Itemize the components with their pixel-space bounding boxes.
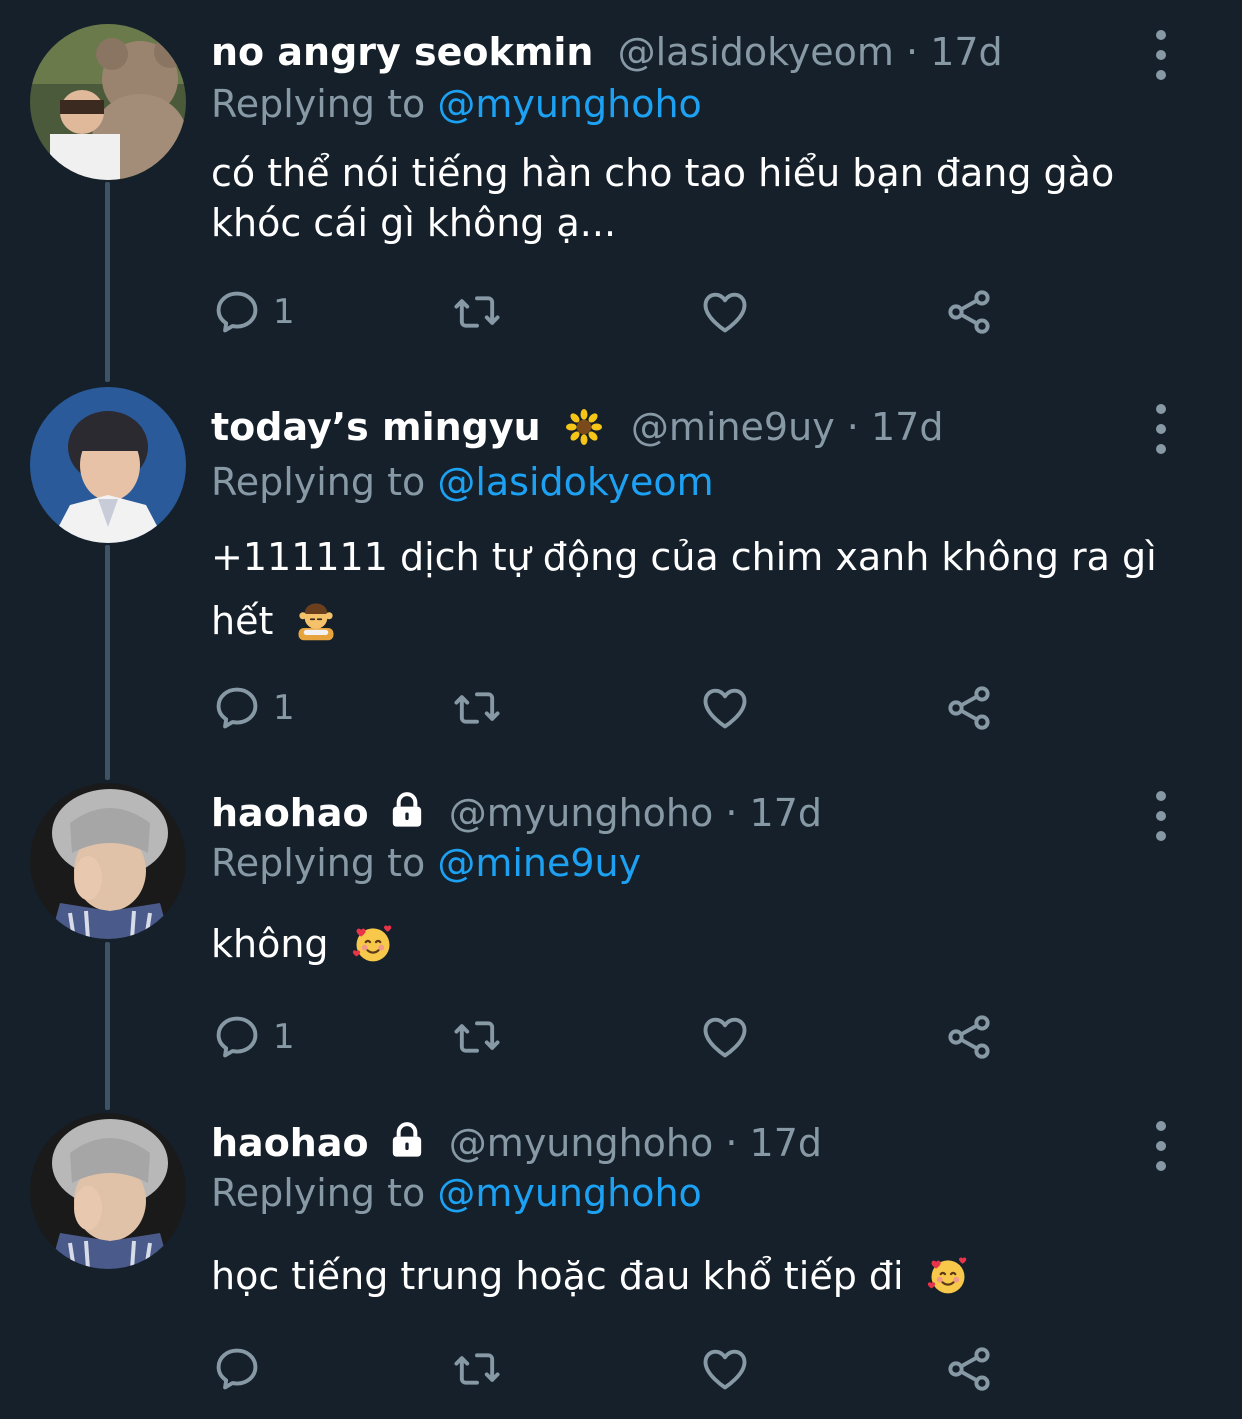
heart-icon — [703, 292, 747, 333]
display-name[interactable]: today’s mingyu — [211, 405, 541, 449]
user-handle[interactable]: @mine9uy — [631, 405, 835, 449]
tweet-header: today’s mingyu @mine9uy · 17d — [211, 403, 943, 457]
display-name[interactable]: haohao — [211, 1121, 369, 1165]
replying-to: Replying to @myunghoho — [211, 80, 702, 128]
tweet-header: no angry seokmin @lasidokyeom · 17d — [211, 28, 1003, 76]
like-button[interactable] — [699, 1007, 751, 1067]
replying-to: Replying to @myunghoho — [211, 1169, 702, 1217]
tweet-header: haohao @myunghoho · 17d — [211, 789, 822, 841]
mention-link[interactable]: @myunghoho — [437, 82, 701, 126]
display-name[interactable]: no angry seokmin — [211, 30, 593, 74]
replying-label: Replying to — [211, 460, 426, 504]
tweet[interactable]: haohao @myunghoho · 17d Replying to @min… — [0, 775, 1242, 1105]
timestamp[interactable]: 17d — [750, 791, 822, 835]
reply-button[interactable]: 1 — [211, 282, 295, 342]
reply-icon — [216, 1348, 258, 1390]
face-massage-emoji — [295, 597, 337, 661]
heart-icon — [703, 1349, 747, 1390]
retweet-button[interactable] — [451, 1339, 503, 1399]
replying-label: Replying to — [211, 1171, 426, 1215]
display-name[interactable]: haohao — [211, 791, 369, 835]
like-button[interactable] — [699, 1339, 751, 1399]
tweet[interactable]: no angry seokmin @lasidokyeom · 17d Repl… — [0, 0, 1242, 380]
replying-to: Replying to @mine9uy — [211, 839, 641, 887]
mention-link[interactable]: @lasidokyeom — [437, 460, 713, 504]
sunflower-icon — [565, 408, 603, 457]
lock-icon — [387, 790, 427, 841]
tweet-text-content: không — [211, 922, 329, 966]
avatar[interactable] — [30, 1113, 186, 1269]
user-handle[interactable]: @myunghoho — [449, 1121, 713, 1165]
like-button[interactable] — [699, 678, 751, 738]
tweet-header: haohao @myunghoho · 17d — [211, 1119, 822, 1171]
share-button[interactable] — [943, 282, 995, 342]
avatar[interactable] — [30, 24, 186, 180]
tweet-text: có thể nói tiếng hàn cho tao hiểu bạn đa… — [211, 148, 1171, 248]
reply-button[interactable] — [211, 1339, 273, 1399]
retweet-button[interactable] — [451, 1007, 503, 1067]
tweet-text: không — [211, 919, 1171, 977]
user-handle[interactable]: @lasidokyeom — [618, 30, 894, 74]
more-options-icon[interactable] — [1146, 791, 1176, 841]
mention-link[interactable]: @mine9uy — [437, 841, 641, 885]
share-icon — [948, 1015, 990, 1059]
share-button[interactable] — [943, 678, 995, 738]
action-bar: 1 — [211, 1007, 1011, 1067]
tweet[interactable]: today’s mingyu @mine9uy · 17d Replying t… — [0, 380, 1242, 775]
separator: · — [846, 405, 859, 449]
reply-button[interactable]: 1 — [211, 1007, 295, 1067]
avatar[interactable] — [30, 783, 186, 939]
tweet[interactable]: haohao @myunghoho · 17d Replying to @myu… — [0, 1105, 1242, 1419]
smiling-face-with-hearts-emoji — [351, 921, 395, 977]
retweet-icon — [454, 692, 500, 724]
separator: · — [725, 791, 738, 835]
replying-label: Replying to — [211, 841, 426, 885]
tweet-text-content: +111111 dịch tự động của chim xanh không… — [211, 535, 1157, 643]
action-bar — [211, 1339, 1011, 1399]
more-options-icon[interactable] — [1146, 404, 1176, 454]
replying-to: Replying to @lasidokyeom — [211, 458, 714, 506]
avatar[interactable] — [30, 387, 186, 543]
timestamp[interactable]: 17d — [930, 30, 1002, 74]
tweet-text-content: học tiếng trung hoặc đau khổ tiếp đi — [211, 1254, 904, 1298]
smiling-face-with-hearts-emoji — [926, 1253, 970, 1309]
tweet-text: +111111 dịch tự động của chim xanh không… — [211, 525, 1171, 661]
retweet-button[interactable] — [451, 678, 503, 738]
reply-icon — [216, 687, 258, 729]
mention-link[interactable]: @myunghoho — [437, 1171, 701, 1215]
lock-icon — [387, 1120, 427, 1171]
heart-icon — [703, 1017, 747, 1058]
share-button[interactable] — [943, 1007, 995, 1067]
reply-icon — [216, 1016, 258, 1058]
retweet-icon — [454, 296, 500, 328]
separator: · — [906, 30, 919, 74]
action-bar: 1 — [211, 678, 1011, 738]
retweet-button[interactable] — [451, 282, 503, 342]
timestamp[interactable]: 17d — [750, 1121, 822, 1165]
share-icon — [948, 686, 990, 730]
replying-label: Replying to — [211, 82, 426, 126]
tweet-text-content: có thể nói tiếng hàn cho tao hiểu bạn đa… — [211, 151, 1115, 245]
timestamp[interactable]: 17d — [871, 405, 943, 449]
share-icon — [948, 1347, 990, 1391]
reply-button[interactable]: 1 — [211, 678, 295, 738]
like-button[interactable] — [699, 282, 751, 342]
heart-icon — [703, 688, 747, 729]
tweet-text: học tiếng trung hoặc đau khổ tiếp đi — [211, 1251, 1171, 1309]
more-options-icon[interactable] — [1146, 1121, 1176, 1171]
reply-icon — [216, 291, 258, 333]
separator: · — [725, 1121, 738, 1165]
reply-count: 1 — [273, 292, 295, 332]
reply-count: 1 — [273, 688, 295, 728]
share-button[interactable] — [943, 1339, 995, 1399]
retweet-icon — [454, 1021, 500, 1053]
user-handle[interactable]: @myunghoho — [449, 791, 713, 835]
action-bar: 1 — [211, 282, 1011, 342]
share-icon — [948, 290, 990, 334]
more-options-icon[interactable] — [1146, 30, 1176, 80]
retweet-icon — [454, 1353, 500, 1385]
reply-count: 1 — [273, 1017, 295, 1057]
